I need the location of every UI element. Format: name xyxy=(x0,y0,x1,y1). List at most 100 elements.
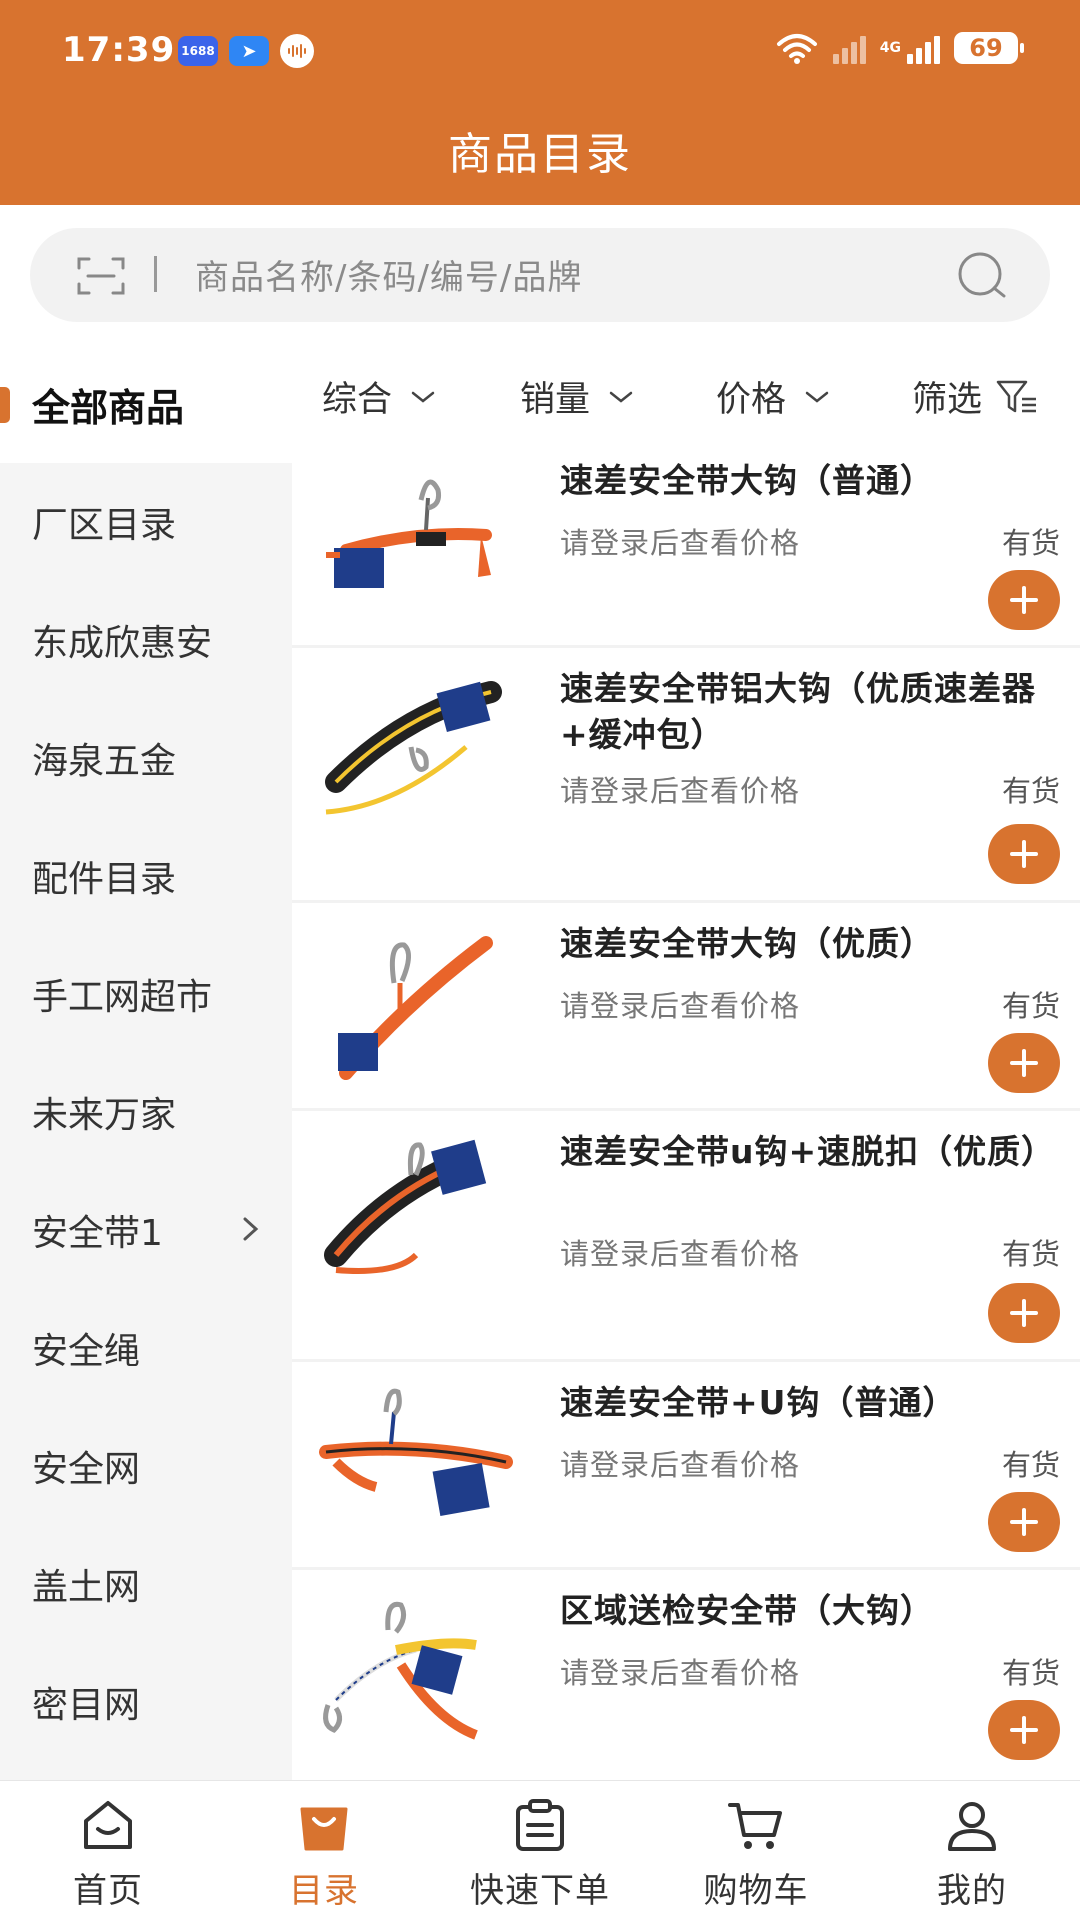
stock-status: 有货 xyxy=(1001,526,1060,560)
status-indicators: 4G 69 xyxy=(775,30,1024,66)
filter-label: 筛选 xyxy=(912,380,983,420)
sort-label: 价格 xyxy=(716,380,787,420)
sidebar-item-label: 厂区目录 xyxy=(32,505,177,546)
product-image xyxy=(338,936,493,1080)
sidebar-item-label: 东成欣惠安 xyxy=(32,623,213,664)
app-1688-icon: 1688 xyxy=(178,36,218,66)
product-name: 速差安全带大钩（优质） xyxy=(560,924,934,963)
sidebar-item-soil-cover-net[interactable]: 盖土网 xyxy=(0,1525,292,1643)
sort-sales[interactable]: 销量 xyxy=(520,371,634,422)
sidebar-item-parts[interactable]: 配件目录 xyxy=(0,817,292,935)
sort-price[interactable]: 价格 xyxy=(716,371,830,422)
sidebar-item-label: 未来万家 xyxy=(32,1095,177,1136)
sidebar-item-label: 密目网 xyxy=(32,1685,141,1726)
sidebar-item-weilai[interactable]: 未来万家 xyxy=(0,1053,292,1171)
product-name: 速差安全带大钩（普通） xyxy=(560,461,934,500)
app-header: 17:39 1688 ➤ 4G 69 商品目录 xyxy=(0,0,1080,205)
user-icon xyxy=(948,1802,996,1851)
sidebar-item-label: 盖土网 xyxy=(32,1567,141,1608)
sidebar-item-all-products[interactable]: 全部商品 xyxy=(0,345,292,463)
product-price-hint: 请登录后查看价格 xyxy=(560,1448,801,1482)
nav-label: 目录 xyxy=(289,1871,359,1911)
sidebar-item-safety-belt[interactable]: 安全带1 xyxy=(0,1171,292,1289)
chevron-down-icon xyxy=(411,391,435,403)
nav-cart[interactable]: 购物车 xyxy=(648,1781,864,1921)
add-to-cart-button[interactable] xyxy=(988,1283,1060,1343)
stock-status: 有货 xyxy=(1001,989,1060,1023)
audio-wave-icon xyxy=(280,34,314,68)
product-image xyxy=(319,1388,513,1516)
stock-status: 有货 xyxy=(1001,1237,1060,1271)
navigation-app-icon: ➤ xyxy=(229,36,269,66)
nav-label: 首页 xyxy=(73,1871,143,1911)
sidebar-item-label: 安全带1 xyxy=(32,1213,163,1254)
signal-icon-sim2 xyxy=(907,32,940,64)
product-price-hint: 请登录后查看价格 xyxy=(560,989,801,1023)
filter-button[interactable]: 筛选 xyxy=(912,371,1040,422)
add-to-cart-button[interactable] xyxy=(988,824,1060,884)
stock-status: 有货 xyxy=(1001,1448,1060,1482)
add-to-cart-button[interactable] xyxy=(988,1033,1060,1093)
product-name: 速差安全带铝大钩（优质速差器+缓冲包） xyxy=(560,669,1036,754)
product-card[interactable]: 速差安全带大钩（普通） 请登录后查看价格 有货 xyxy=(292,440,1080,645)
sidebar-item-label: 配件目录 xyxy=(32,859,177,900)
page-title: 商品目录 xyxy=(448,129,632,180)
product-name: 速差安全带+U钩（普通） xyxy=(560,1383,957,1422)
product-price-hint: 请登录后查看价格 xyxy=(560,1237,801,1271)
add-to-cart-button[interactable] xyxy=(988,1700,1060,1760)
product-price-hint: 请登录后查看价格 xyxy=(560,1656,801,1690)
sort-filter-bar: 综合 销量 价格 筛选 xyxy=(292,345,1080,440)
nav-quick-order[interactable]: 快速下单 xyxy=(432,1781,648,1921)
product-name: 速差安全带u钩+速脱扣（优质） xyxy=(560,1132,1056,1171)
sidebar-item-safety-net[interactable]: 安全网 xyxy=(0,1407,292,1525)
sidebar-item-label: 海泉五金 xyxy=(32,741,177,782)
product-image xyxy=(323,1601,478,1740)
add-to-cart-button[interactable] xyxy=(988,570,1060,630)
sidebar-item-label: 全部商品 xyxy=(32,385,185,430)
sidebar-item-safety-rope[interactable]: 安全绳 xyxy=(0,1289,292,1407)
cart-icon xyxy=(728,1803,782,1849)
sidebar-item-dense-mesh-net[interactable]: 密目网 xyxy=(0,1643,292,1761)
sidebar-item-label: 手工网超市 xyxy=(32,977,213,1018)
sidebar-item-factory-catalog[interactable]: 厂区目录 xyxy=(0,463,292,581)
product-price-hint: 请登录后查看价格 xyxy=(560,774,801,808)
scan-icon[interactable] xyxy=(76,256,126,296)
network-type: 4G xyxy=(879,40,901,56)
nav-profile[interactable]: 我的 xyxy=(864,1781,1080,1921)
status-time: 17:39 xyxy=(62,30,176,70)
nav-catalog[interactable]: 目录 xyxy=(216,1781,432,1921)
chevron-right-icon xyxy=(243,1217,259,1241)
product-card[interactable]: 速差安全带铝大钩（优质速差器+缓冲包） 请登录后查看价格 有货 xyxy=(292,648,1080,900)
product-list: 速差安全带大钩（普通） 请登录后查看价格 有货 速差安全带铝大钩（优质速差器+缓… xyxy=(292,440,1080,1780)
filter-icon xyxy=(996,380,1037,412)
battery-icon: 69 xyxy=(954,32,1024,64)
search-icon[interactable] xyxy=(954,250,1010,300)
bottom-navigation: 首页 目录 快速下单 购物车 我的 xyxy=(0,1780,1080,1920)
product-image xyxy=(326,479,492,588)
category-sidebar: 全部商品 厂区目录 东成欣惠安 海泉五金 配件目录 手工网超市 未来万家 安全带… xyxy=(0,345,292,1780)
clipboard-icon xyxy=(516,1799,564,1851)
sidebar-item-dongcheng[interactable]: 东成欣惠安 xyxy=(0,581,292,699)
home-icon xyxy=(84,1801,132,1849)
product-image xyxy=(324,1139,487,1274)
nav-home[interactable]: 首页 xyxy=(0,1781,216,1921)
product-card[interactable]: 速差安全带大钩（优质） 请登录后查看价格 有货 xyxy=(292,903,1080,1108)
product-image xyxy=(325,681,502,815)
search-bar[interactable]: 商品名称/条码/编号/品牌 xyxy=(30,228,1050,322)
sidebar-item-handmade-market[interactable]: 手工网超市 xyxy=(0,935,292,1053)
signal-icon-sim1 xyxy=(832,32,866,64)
product-card[interactable]: 速差安全带+U钩（普通） 请登录后查看价格 有货 xyxy=(292,1362,1080,1567)
chevron-down-icon xyxy=(609,391,633,403)
add-to-cart-button[interactable] xyxy=(988,1492,1060,1552)
chevron-down-icon xyxy=(805,391,829,403)
sort-label: 综合 xyxy=(322,380,393,420)
search-input[interactable]: 商品名称/条码/编号/品牌 xyxy=(195,250,582,299)
nav-label: 我的 xyxy=(937,1871,1007,1911)
stock-status: 有货 xyxy=(1001,1656,1060,1690)
product-card[interactable]: 速差安全带u钩+速脱扣（优质） 请登录后查看价格 有货 xyxy=(292,1111,1080,1359)
product-card[interactable]: 区域送检安全带（大钩） 请登录后查看价格 有货 xyxy=(292,1570,1080,1780)
catalog-bag-icon xyxy=(300,1807,348,1851)
sort-comprehensive[interactable]: 综合 xyxy=(322,371,436,422)
nav-label: 购物车 xyxy=(703,1871,809,1911)
sidebar-item-haiquan[interactable]: 海泉五金 xyxy=(0,699,292,817)
